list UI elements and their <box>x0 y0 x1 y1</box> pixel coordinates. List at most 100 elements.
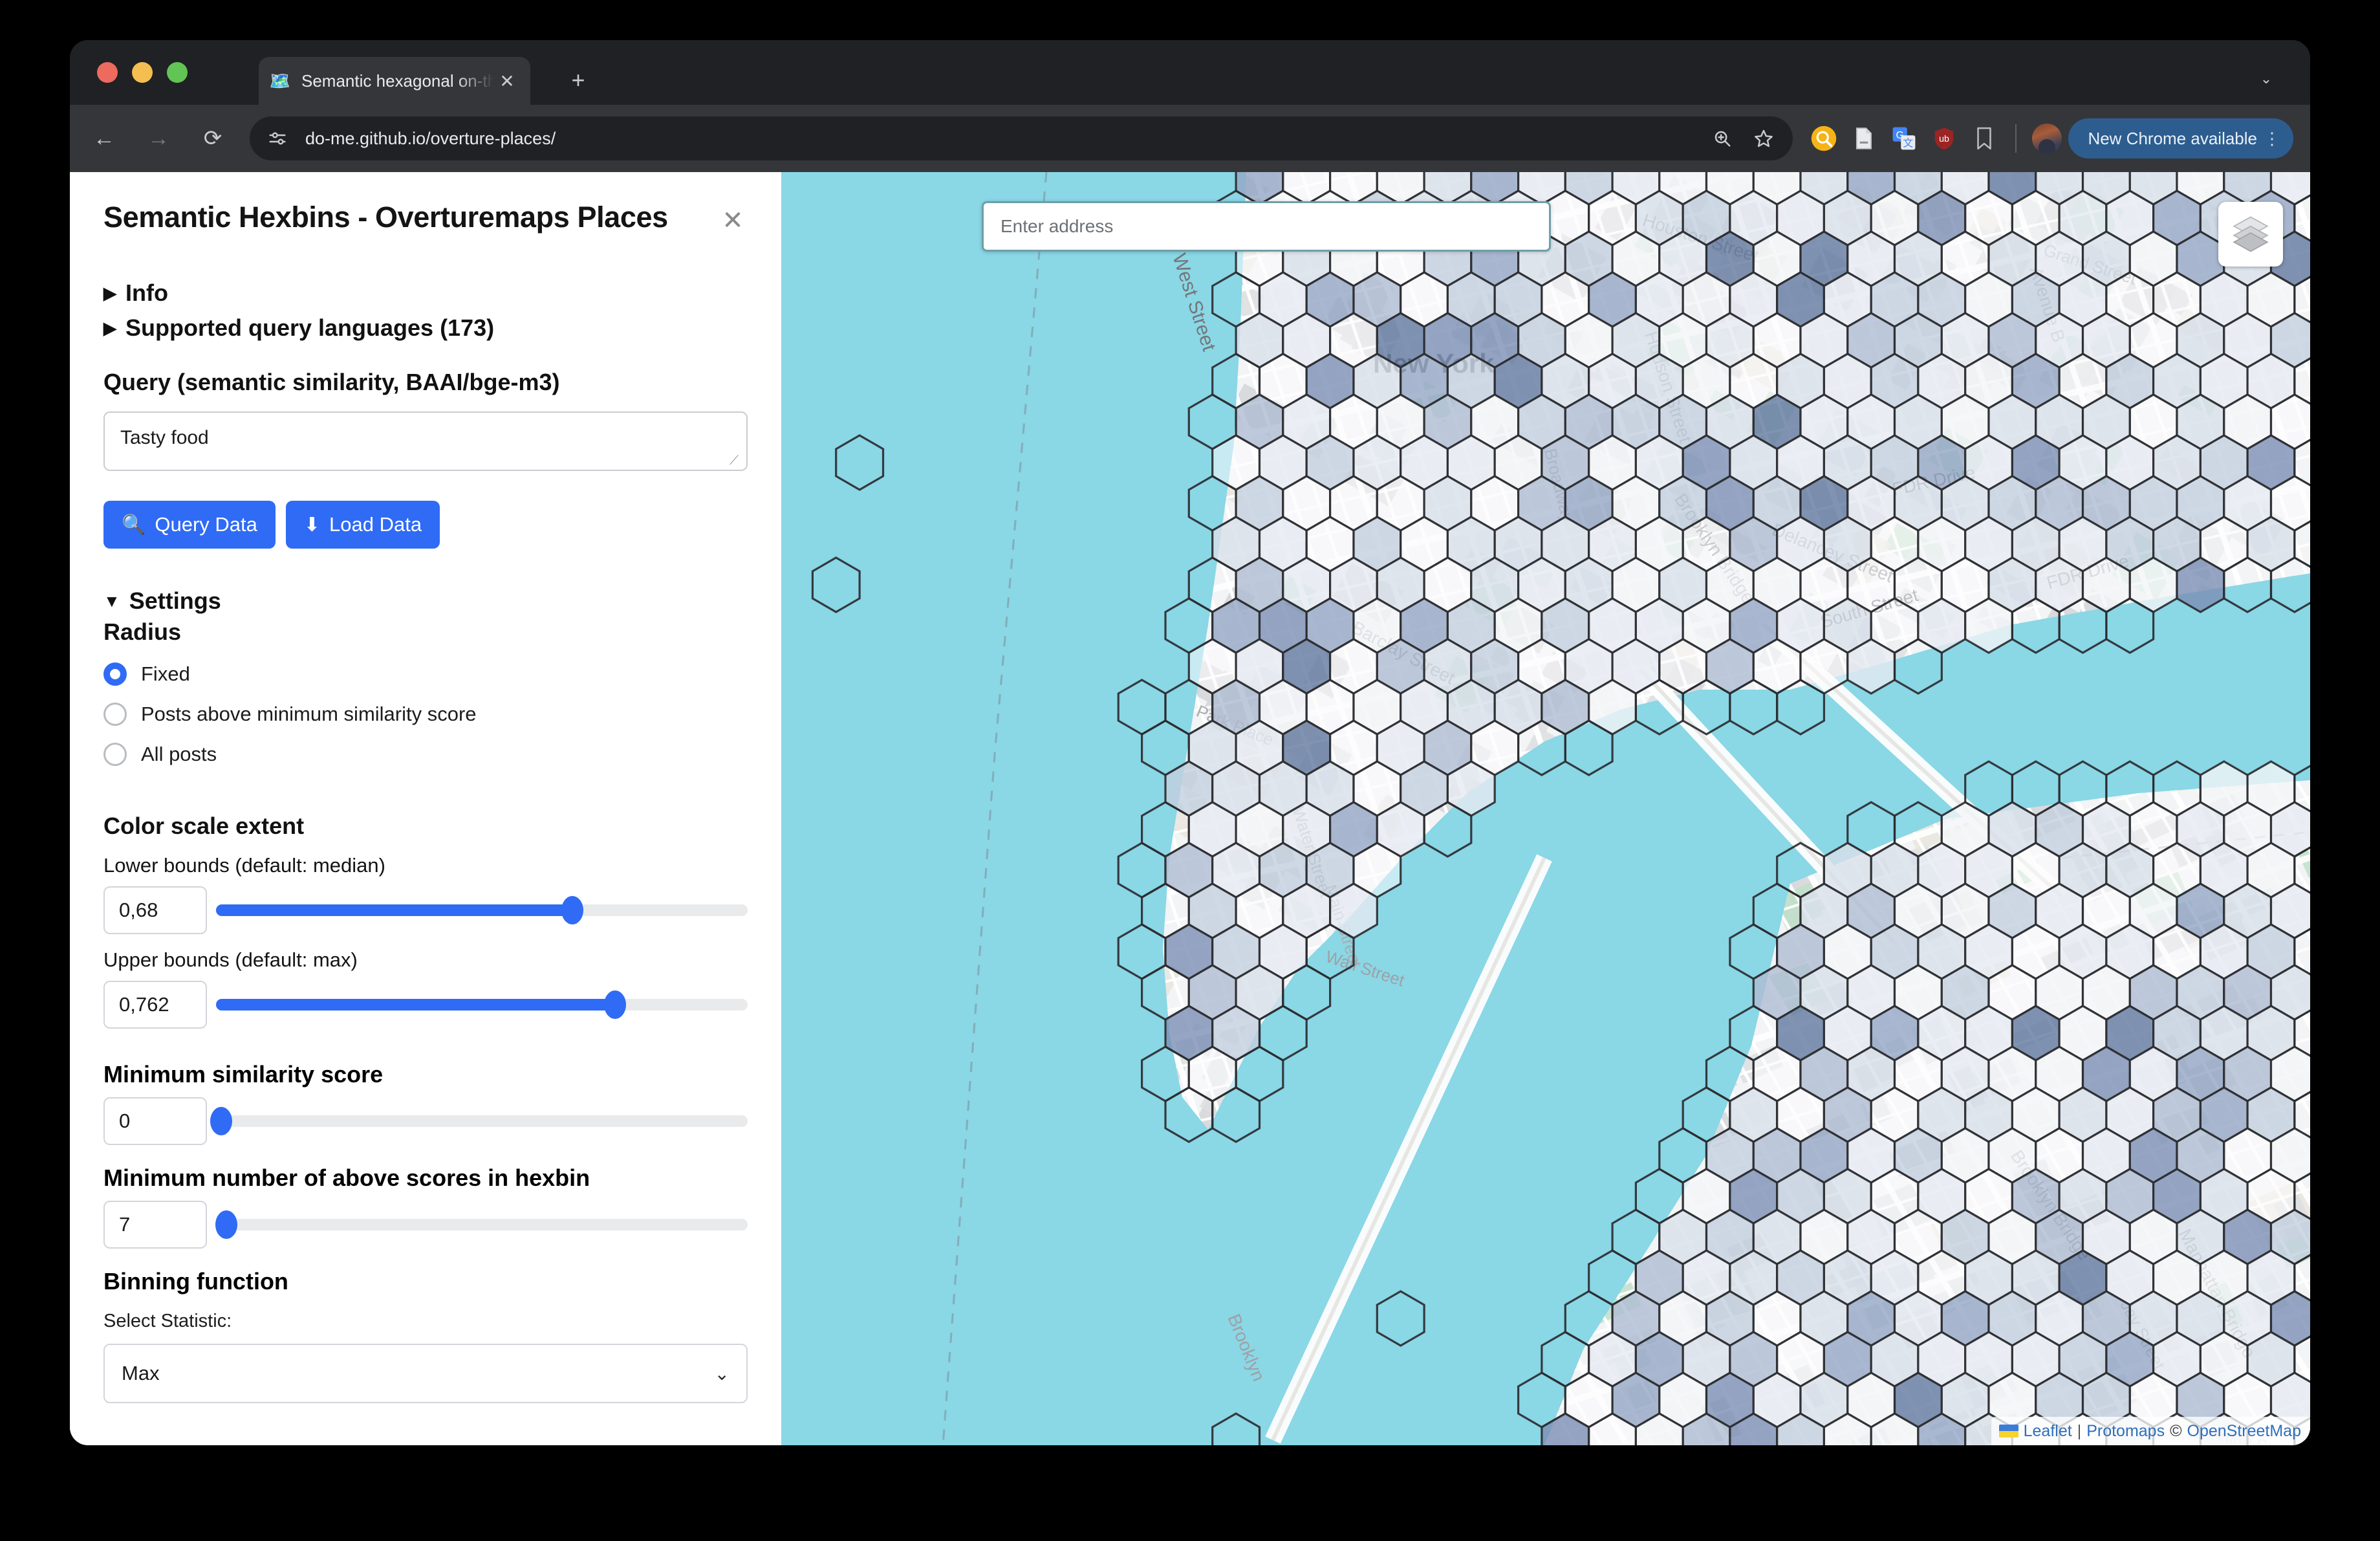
avatar[interactable] <box>2032 124 2062 153</box>
openstreetmap-link[interactable]: OpenStreetMap <box>2187 1422 2302 1441</box>
upper-bounds-slider[interactable] <box>216 990 748 1019</box>
query-input[interactable]: Tasty food ⟋ <box>103 411 748 471</box>
browser-toolbar: ← → ⟳ do-me.github.io/overture-places/ G… <box>70 105 2310 172</box>
forward-button[interactable]: → <box>138 118 178 158</box>
reload-button[interactable]: ⟳ <box>193 118 233 158</box>
address-search-placeholder: Enter address <box>1001 216 1114 236</box>
radio-label: Fixed <box>141 662 190 685</box>
minimum-count-value[interactable]: 7 <box>103 1201 207 1249</box>
upper-bounds-control: 0,762 <box>103 981 748 1029</box>
page-title: Semantic Hexbins - Overturemaps Places <box>103 201 668 234</box>
hexbin-layer <box>811 172 2310 1445</box>
ublock-origin-icon[interactable]: ub <box>1929 123 1960 154</box>
radio-option-posts-above-min[interactable]: Posts above minimum similarity score <box>103 703 748 726</box>
tune-icon[interactable] <box>263 124 292 153</box>
slider-thumb[interactable] <box>603 990 626 1019</box>
radius-label: Radius <box>103 618 182 645</box>
chrome-menu-icon[interactable]: ⋮ <box>2257 122 2287 155</box>
tab-close-icon[interactable]: ✕ <box>494 68 520 94</box>
back-button[interactable]: ← <box>84 118 124 158</box>
chevron-down-icon: ⌄ <box>714 1363 730 1384</box>
copyright-symbol: © <box>2170 1421 2182 1440</box>
zoom-in-icon[interactable] <box>1706 122 1738 155</box>
slider-fill <box>216 999 615 1011</box>
toolbar-divider <box>2015 124 2017 153</box>
minimum-similarity-value[interactable]: 0 <box>103 1097 207 1145</box>
leaflet-map[interactable]: New YorkWest StreetHudson StreetBarclay … <box>781 172 2310 1445</box>
radio-option-fixed[interactable]: Fixed <box>103 662 748 686</box>
extensions-area: G 文 ub <box>1808 123 2062 154</box>
close-icon[interactable]: ✕ <box>718 206 748 235</box>
close-window-button[interactable] <box>97 62 118 83</box>
tab-title: Semantic hexagonal on-the-fl <box>301 71 494 91</box>
slider-thumb[interactable] <box>210 1107 233 1135</box>
window-controls <box>97 62 188 83</box>
minimum-count-slider[interactable] <box>215 1210 748 1239</box>
tab-strip: 🗺️ Semantic hexagonal on-the-fl ✕ + ⌄ <box>70 40 2310 105</box>
chevron-down-icon[interactable]: ⌄ <box>2253 66 2279 92</box>
lower-bounds-value[interactable]: 0,68 <box>103 886 207 934</box>
settings-label: Settings <box>129 587 221 614</box>
lower-bounds-slider[interactable] <box>216 896 748 924</box>
query-action-buttons: 🔍 Query Data ⬇ Load Data <box>103 501 748 549</box>
leaflet-link[interactable]: Leaflet <box>2024 1422 2072 1441</box>
chrome-update-button[interactable]: New Chrome available ⋮ <box>2068 118 2293 158</box>
address-bar[interactable]: do-me.github.io/overture-places/ <box>250 116 1793 160</box>
minimum-similarity-slider[interactable] <box>210 1107 748 1135</box>
bookmark-manager-icon[interactable] <box>1969 123 2000 154</box>
layers-control-button[interactable] <box>2218 202 2283 267</box>
radio-label: All posts <box>141 743 217 765</box>
resize-handle-icon[interactable]: ⟋ <box>730 454 741 467</box>
minimum-similarity-label: Minimum similarity score <box>103 1061 384 1087</box>
url-text: do-me.github.io/overture-places/ <box>305 128 556 148</box>
radio-indicator[interactable] <box>103 662 127 686</box>
layers-icon <box>2231 213 2271 256</box>
world-map-icon: 🗺️ <box>269 71 291 91</box>
address-search-input[interactable]: Enter address <box>982 201 1551 252</box>
load-data-label: Load Data <box>329 513 422 536</box>
map-attribution: Leaflet | Protomaps © OpenStreetMap <box>1991 1417 2310 1445</box>
radio-indicator[interactable] <box>103 743 127 766</box>
radio-indicator[interactable] <box>103 703 127 726</box>
radio-option-all-posts[interactable]: All posts <box>103 743 748 766</box>
minimum-count-label: Minimum number of above scores in hexbin <box>103 1164 590 1191</box>
triangle-right-icon: ▶ <box>103 318 116 338</box>
browser-window: 🗺️ Semantic hexagonal on-the-fl ✕ + ⌄ ← … <box>70 40 2310 1445</box>
upper-bounds-value[interactable]: 0,762 <box>103 981 207 1029</box>
query-data-button[interactable]: 🔍 Query Data <box>103 501 276 549</box>
magnifier-icon: 🔍 <box>122 514 146 536</box>
google-translate-icon[interactable]: G 文 <box>1888 123 1920 154</box>
search-extension-icon[interactable] <box>1808 123 1839 154</box>
star-icon[interactable] <box>1747 122 1780 155</box>
radio-label: Posts above minimum similarity score <box>141 703 477 725</box>
new-tab-button[interactable]: + <box>561 63 595 97</box>
protomaps-link[interactable]: Protomaps <box>2086 1422 2165 1441</box>
query-data-label: Query Data <box>155 513 257 536</box>
document-extension-icon[interactable] <box>1848 123 1879 154</box>
triangle-right-icon: ▶ <box>103 283 116 303</box>
languages-disclosure[interactable]: ▶ Supported query languages (173) <box>103 314 748 342</box>
info-label: Info <box>125 279 168 306</box>
page-content: New YorkWest StreetHudson StreetBarclay … <box>70 172 2310 1445</box>
maximize-window-button[interactable] <box>167 62 188 83</box>
slider-thumb[interactable] <box>561 896 583 924</box>
info-disclosure[interactable]: ▶ Info <box>103 279 748 307</box>
lower-bounds-label: Lower bounds (default: median) <box>103 854 385 877</box>
settings-disclosure[interactable]: ▼ Settings <box>103 587 748 615</box>
binning-function-label: Binning function <box>103 1268 288 1295</box>
slider-fill <box>216 904 572 916</box>
slider-thumb[interactable] <box>215 1210 238 1239</box>
select-statistic-label: Select Statistic: <box>103 1311 232 1331</box>
query-input-value: Tasty food <box>120 427 209 448</box>
svg-text:ub: ub <box>1940 134 1950 144</box>
color-scale-extent-label: Color scale extent <box>103 813 305 839</box>
lower-bounds-control: 0,68 <box>103 886 748 934</box>
statistic-select-value: Max <box>122 1362 160 1384</box>
minimize-window-button[interactable] <box>132 62 153 83</box>
attribution-separator: | <box>2077 1421 2082 1440</box>
browser-tab[interactable]: 🗺️ Semantic hexagonal on-the-fl ✕ <box>259 57 530 105</box>
chrome-update-label: New Chrome available <box>2088 128 2257 148</box>
statistic-select[interactable]: Max ⌄ <box>103 1344 748 1403</box>
load-data-button[interactable]: ⬇ Load Data <box>285 501 440 549</box>
languages-label: Supported query languages (173) <box>125 314 495 341</box>
